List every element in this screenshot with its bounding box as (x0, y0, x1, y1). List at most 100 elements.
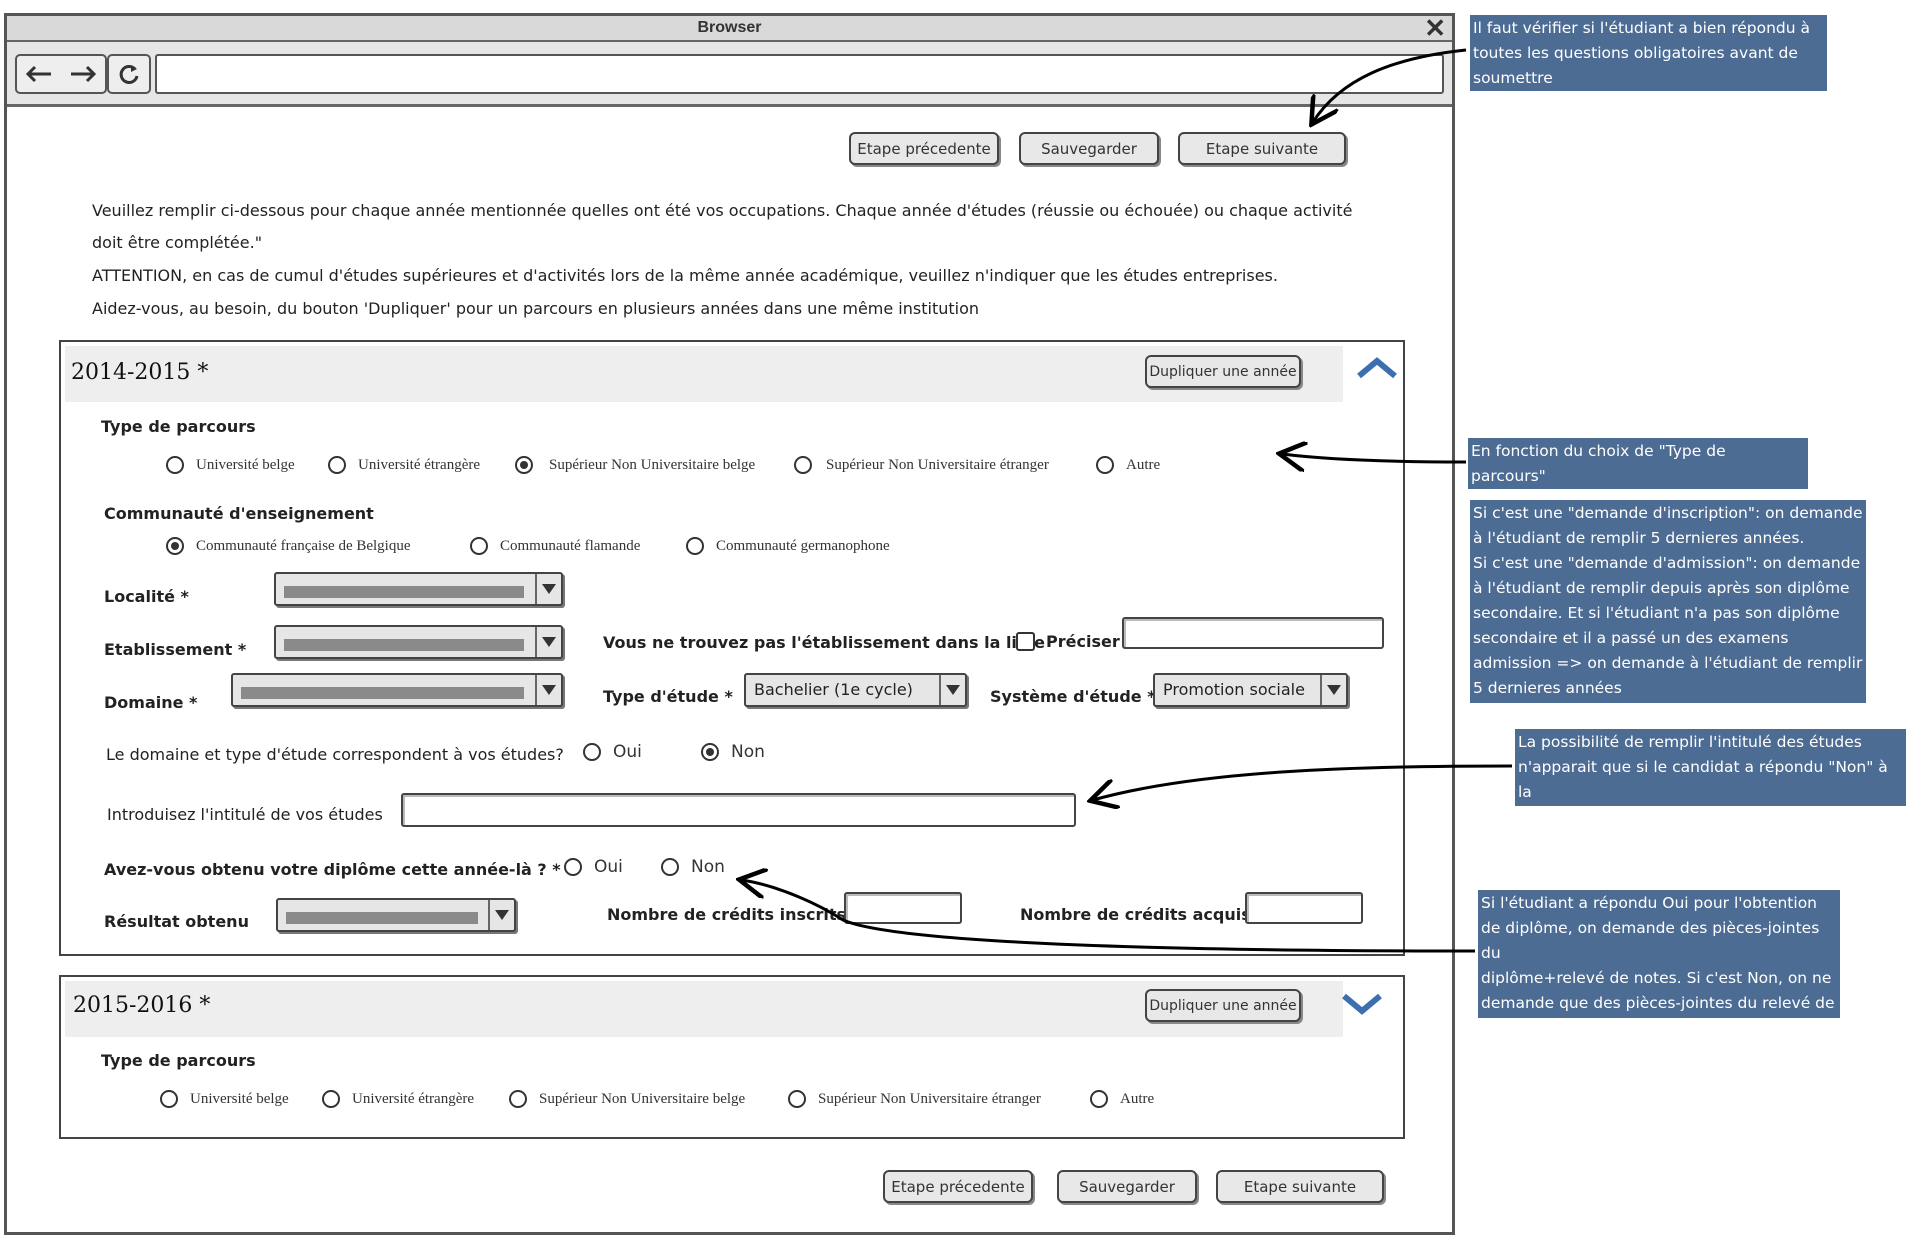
communaute-option[interactable]: Communauté flamande (470, 537, 640, 555)
history-buttons (15, 54, 107, 94)
radio-button[interactable] (509, 1090, 527, 1108)
forward-button[interactable] (61, 56, 105, 92)
radio-button[interactable] (583, 743, 601, 761)
domaine-label: Domaine * (104, 693, 198, 712)
close-icon[interactable]: ✕ (1424, 15, 1446, 41)
dropdown-arrow-icon (542, 685, 556, 695)
previous-step-button[interactable]: Etape précedente (849, 132, 999, 165)
parcours-label: Type de parcours (101, 1051, 256, 1070)
localite-label: Localité * (104, 587, 189, 606)
previous-step-button-bottom[interactable]: Etape précedente (883, 1170, 1033, 1203)
communaute-label: Communauté d'enseignement (104, 504, 374, 523)
diplome-question: Avez-vous obtenu votre diplôme cette ann… (104, 860, 561, 879)
localite-select[interactable] (274, 572, 563, 606)
diplome-non-option[interactable]: Non (661, 857, 725, 877)
next-step-button-bottom[interactable]: Etape suivante (1216, 1170, 1384, 1203)
type-etude-select[interactable]: Bachelier (1e cycle) (744, 673, 967, 707)
systeme-etude-label: Système d'étude * (990, 687, 1156, 706)
dropdown-arrow-icon (542, 637, 556, 647)
collapse-chevron-up-icon[interactable] (1356, 356, 1398, 380)
duplicate-year-button[interactable]: Dupliquer une année (1145, 355, 1301, 388)
preciser-label: Préciser (1046, 632, 1120, 651)
annotation-note-validation: Il faut vérifier si l'étudiant a bien ré… (1470, 15, 1827, 91)
save-button-bottom[interactable]: Sauvegarder (1057, 1170, 1197, 1203)
diplome-oui-option[interactable]: Oui (564, 857, 623, 877)
intitule-input[interactable] (401, 793, 1076, 827)
instruction-line-1: Veuillez remplir ci-dessous pour chaque … (92, 201, 1353, 220)
parcours-option[interactable]: Université étrangère (328, 456, 480, 474)
parcours-option-selected[interactable]: Supérieur Non Universitaire belge (515, 456, 755, 474)
radio-button[interactable] (1090, 1090, 1108, 1108)
preciser-input[interactable] (1122, 617, 1384, 649)
save-button[interactable]: Sauvegarder (1019, 132, 1159, 165)
instruction-line-3: ATTENTION, en cas de cumul d'études supé… (92, 266, 1278, 285)
radio-button[interactable] (160, 1090, 178, 1108)
dropdown-arrow-icon (1327, 685, 1341, 695)
radio-button[interactable] (794, 456, 812, 474)
parcours-label: Type de parcours (101, 417, 256, 436)
radio-button-selected[interactable] (701, 743, 719, 761)
annotation-note-annees: Si c'est une "demande d'inscription": on… (1470, 500, 1866, 703)
radio-button[interactable] (788, 1090, 806, 1108)
annotation-note-diplome: Si l'étudiant a répondu Oui pour l'obten… (1478, 890, 1840, 1037)
reload-button[interactable] (107, 54, 151, 94)
parcours-option[interactable]: Université belge (166, 456, 295, 474)
reload-icon (119, 64, 139, 84)
expand-chevron-down-icon[interactable] (1341, 992, 1383, 1016)
back-button[interactable] (17, 56, 61, 92)
radio-button[interactable] (166, 456, 184, 474)
preciser-checkbox[interactable] (1016, 632, 1035, 651)
instruction-line-4: Aidez-vous, au besoin, du bouton 'Dupliq… (92, 299, 980, 318)
parcours-option[interactable]: Supérieur Non Universitaire étranger (794, 456, 1049, 474)
type-etude-label: Type d'étude * (603, 687, 733, 706)
communaute-option[interactable]: Communauté germanophone (686, 537, 890, 555)
communaute-option-selected[interactable]: Communauté française de Belgique (166, 537, 411, 555)
annotation-note-intitule: La possibilité de remplir l'intitulé des… (1515, 729, 1906, 826)
window-title: Browser (697, 19, 762, 36)
annotation-note-parcours: En fonction du choix de "Type de parcour… (1468, 438, 1808, 510)
year-section-2015-2016: 2015-2016 * Dupliquer une année Type de … (59, 975, 1405, 1139)
navigation-bar (7, 42, 1452, 107)
parcours-option[interactable]: Université belge (160, 1090, 289, 1108)
radio-button[interactable] (328, 456, 346, 474)
intitule-label: Introduisez l'intitulé de vos études (107, 805, 383, 824)
parcours-option[interactable]: Supérieur Non Universitaire étranger (788, 1090, 1041, 1108)
parcours-option[interactable]: Autre (1096, 456, 1160, 474)
year-section-2014-2015: 2014-2015 * Dupliquer une année Type de … (59, 340, 1405, 956)
title-bar: Browser ✕ (7, 15, 1452, 42)
etablissement-select[interactable] (274, 625, 563, 659)
radio-button-selected[interactable] (166, 537, 184, 555)
radio-button[interactable] (470, 537, 488, 555)
dropdown-arrow-icon (946, 685, 960, 695)
arrow-left-icon (25, 65, 51, 83)
parcours-option[interactable]: Supérieur Non Universitaire belge (509, 1090, 745, 1108)
radio-button-selected[interactable] (515, 456, 533, 474)
systeme-etude-select[interactable]: Promotion sociale (1153, 673, 1348, 707)
next-step-button[interactable]: Etape suivante (1178, 132, 1346, 165)
radio-button[interactable] (322, 1090, 340, 1108)
etablissement-not-found-label: Vous ne trouvez pas l'établissement dans… (603, 633, 1045, 652)
correspond-oui-option[interactable]: Oui (583, 742, 642, 762)
url-bar[interactable] (155, 54, 1444, 94)
dropdown-arrow-icon (542, 584, 556, 594)
resultat-label: Résultat obtenu (104, 912, 249, 931)
section-title: 2015-2016 * (73, 993, 211, 1018)
arrow-right-icon (71, 65, 97, 83)
instruction-line-2: doit être complétée." (92, 233, 263, 252)
radio-button[interactable] (686, 537, 704, 555)
correspond-non-option-selected[interactable]: Non (701, 742, 765, 762)
credits-acquis-input[interactable] (1245, 892, 1363, 924)
radio-button[interactable] (661, 858, 679, 876)
radio-button[interactable] (564, 858, 582, 876)
credits-inscrits-input[interactable] (844, 892, 962, 924)
dropdown-arrow-icon (495, 910, 509, 920)
parcours-option[interactable]: Autre (1090, 1090, 1154, 1108)
resultat-select[interactable] (276, 898, 516, 932)
domaine-select[interactable] (231, 673, 563, 707)
radio-button[interactable] (1096, 456, 1114, 474)
credits-acquis-label: Nombre de crédits acquis (1020, 905, 1251, 924)
duplicate-year-button[interactable]: Dupliquer une année (1145, 989, 1301, 1022)
section-title: 2014-2015 * (71, 360, 209, 385)
credits-inscrits-label: Nombre de crédits inscrits (607, 905, 847, 924)
parcours-option[interactable]: Université étrangère (322, 1090, 474, 1108)
